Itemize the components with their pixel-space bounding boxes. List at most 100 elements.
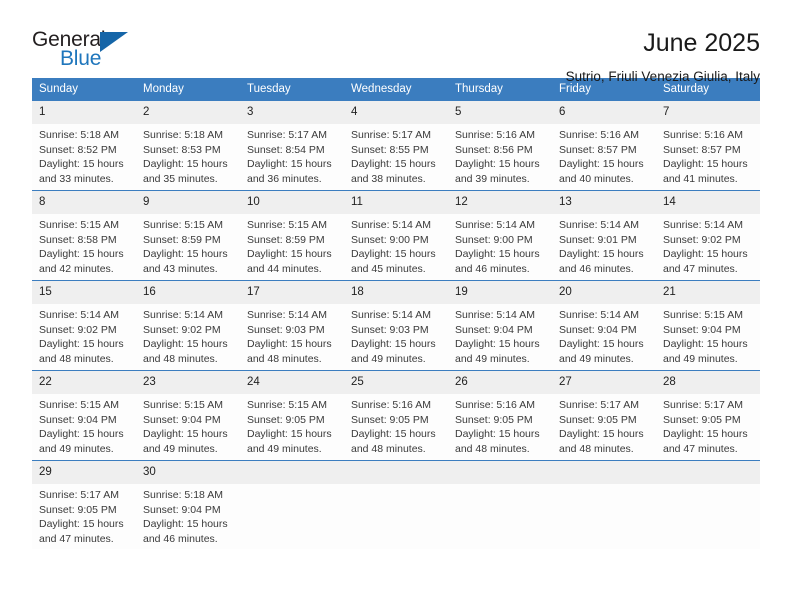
day-number: 9 [136,191,240,214]
sunset-text: Sunset: 9:00 PM [455,233,533,246]
daylight-text: Daylight: 15 hours and 46 minutes. [143,518,228,545]
calendar-day-cell[interactable]: 11 Sunrise: 5:14 AM Sunset: 9:00 PM Dayligh… [344,190,448,281]
calendar-day-cell[interactable]: 8 Sunrise: 5:15 AM Sunset: 8:58 PM Daylight… [32,190,136,281]
day-number [448,461,552,484]
day-number: 14 [656,191,760,214]
daylight-text: Daylight: 15 hours and 49 minutes. [663,338,748,365]
calendar-day-cell[interactable]: 3 Sunrise: 5:17 AM Sunset: 8:54 PM Daylight… [240,100,344,191]
day-sun-info: Sunrise: 5:14 AM Sunset: 9:03 PM Daylight:… [344,304,448,366]
brand-logo[interactable]: General Blue [32,28,142,74]
calendar-day-cell[interactable]: 26 Sunrise: 5:16 AM Sunset: 9:05 PM Dayligh… [448,370,552,461]
calendar-day-cell[interactable]: 9 Sunrise: 5:15 AM Sunset: 8:59 PM Daylight… [136,190,240,281]
calendar-day-cell[interactable]: 2 Sunrise: 5:18 AM Sunset: 8:53 PM Daylight… [136,100,240,191]
sunset-text: Sunset: 9:04 PM [455,323,533,336]
calendar-day-cell[interactable]: 6 Sunrise: 5:16 AM Sunset: 8:57 PM Daylight… [552,100,656,191]
daylight-text: Daylight: 15 hours and 35 minutes. [143,158,228,185]
sunset-text: Sunset: 9:05 PM [559,413,637,426]
calendar-day-cell[interactable]: 16 Sunrise: 5:14 AM Sunset: 9:02 PM Dayligh… [136,280,240,371]
calendar-day-cell[interactable]: 1 Sunrise: 5:18 AM Sunset: 8:52 PM Daylight… [32,100,136,191]
sunrise-text: Sunrise: 5:17 AM [247,129,327,141]
day-sun-info: Sunrise: 5:14 AM Sunset: 9:00 PM Daylight:… [344,214,448,276]
daylight-text: Daylight: 15 hours and 49 minutes. [247,428,332,455]
sunrise-text: Sunrise: 5:15 AM [39,219,119,231]
day-number: 5 [448,101,552,124]
calendar-day-cell-empty [656,460,760,549]
sunrise-text: Sunrise: 5:16 AM [351,399,431,411]
day-sun-info: Sunrise: 5:15 AM Sunset: 8:59 PM Daylight:… [136,214,240,276]
day-sun-info: Sunrise: 5:16 AM Sunset: 9:05 PM Daylight:… [344,394,448,456]
calendar-body: 1 Sunrise: 5:18 AM Sunset: 8:52 PM Daylight… [32,100,760,549]
day-number: 25 [344,371,448,394]
day-sun-info: Sunrise: 5:15 AM Sunset: 8:59 PM Daylight:… [240,214,344,276]
calendar-day-cell[interactable]: 5 Sunrise: 5:16 AM Sunset: 8:56 PM Daylight… [448,100,552,191]
sunrise-text: Sunrise: 5:14 AM [143,309,223,321]
sunrise-text: Sunrise: 5:18 AM [143,489,223,501]
day-sun-info: Sunrise: 5:17 AM Sunset: 8:54 PM Daylight:… [240,124,344,186]
sunrise-text: Sunrise: 5:17 AM [559,399,639,411]
calendar-day-cell[interactable]: 25 Sunrise: 5:16 AM Sunset: 9:05 PM Dayligh… [344,370,448,461]
daylight-text: Daylight: 15 hours and 49 minutes. [559,338,644,365]
calendar-day-cell[interactable]: 27 Sunrise: 5:17 AM Sunset: 9:05 PM Dayligh… [552,370,656,461]
day-number: 30 [136,461,240,484]
sunrise-text: Sunrise: 5:14 AM [663,219,743,231]
day-number: 6 [552,101,656,124]
calendar-day-cell[interactable]: 12 Sunrise: 5:14 AM Sunset: 9:00 PM Dayligh… [448,190,552,281]
day-number: 22 [32,371,136,394]
weekday-header-wednesday: Wednesday [344,78,448,101]
sunrise-text: Sunrise: 5:16 AM [455,129,535,141]
day-sun-info: Sunrise: 5:15 AM Sunset: 9:05 PM Daylight:… [240,394,344,456]
calendar-day-cell[interactable]: 21 Sunrise: 5:15 AM Sunset: 9:04 PM Dayligh… [656,280,760,371]
calendar-day-cell-empty [448,460,552,549]
calendar-day-cell[interactable]: 24 Sunrise: 5:15 AM Sunset: 9:05 PM Dayligh… [240,370,344,461]
title-block: June 2025 Sutrio, Friuli Venezia Giulia,… [566,28,760,86]
daylight-text: Daylight: 15 hours and 48 minutes. [351,428,436,455]
calendar-day-cell[interactable]: 15 Sunrise: 5:14 AM Sunset: 9:02 PM Dayligh… [32,280,136,371]
calendar-day-cell[interactable]: 10 Sunrise: 5:15 AM Sunset: 8:59 PM Dayligh… [240,190,344,281]
sunrise-text: Sunrise: 5:17 AM [663,399,743,411]
day-number: 13 [552,191,656,214]
calendar-day-cell[interactable]: 23 Sunrise: 5:15 AM Sunset: 9:04 PM Dayligh… [136,370,240,461]
daylight-text: Daylight: 15 hours and 39 minutes. [455,158,540,185]
day-sun-info: Sunrise: 5:14 AM Sunset: 9:03 PM Daylight:… [240,304,344,366]
daylight-text: Daylight: 15 hours and 48 minutes. [143,338,228,365]
calendar-day-cell[interactable]: 14 Sunrise: 5:14 AM Sunset: 9:02 PM Dayligh… [656,190,760,281]
calendar-day-cell[interactable]: 29 Sunrise: 5:17 AM Sunset: 9:05 PM Dayligh… [32,460,136,549]
sunrise-text: Sunrise: 5:17 AM [39,489,119,501]
weekday-header-thursday: Thursday [448,78,552,101]
daylight-text: Daylight: 15 hours and 33 minutes. [39,158,124,185]
calendar-day-cell[interactable]: 19 Sunrise: 5:14 AM Sunset: 9:04 PM Dayligh… [448,280,552,371]
day-sun-info: Sunrise: 5:17 AM Sunset: 9:05 PM Daylight:… [656,394,760,456]
daylight-text: Daylight: 15 hours and 44 minutes. [247,248,332,275]
calendar-week-row: 1 Sunrise: 5:18 AM Sunset: 8:52 PM Daylight… [32,100,760,191]
calendar-day-cell[interactable]: 17 Sunrise: 5:14 AM Sunset: 9:03 PM Dayligh… [240,280,344,371]
day-number: 19 [448,281,552,304]
calendar-day-cell[interactable]: 22 Sunrise: 5:15 AM Sunset: 9:04 PM Dayligh… [32,370,136,461]
sunset-text: Sunset: 8:58 PM [39,233,117,246]
day-sun-info: Sunrise: 5:16 AM Sunset: 9:05 PM Daylight:… [448,394,552,456]
daylight-text: Daylight: 15 hours and 45 minutes. [351,248,436,275]
day-number: 12 [448,191,552,214]
calendar-day-cell[interactable]: 18 Sunrise: 5:14 AM Sunset: 9:03 PM Dayligh… [344,280,448,371]
calendar-day-cell[interactable]: 13 Sunrise: 5:14 AM Sunset: 9:01 PM Dayligh… [552,190,656,281]
calendar-day-cell[interactable]: 4 Sunrise: 5:17 AM Sunset: 8:55 PM Daylight… [344,100,448,191]
daylight-text: Daylight: 15 hours and 48 minutes. [455,428,540,455]
day-number: 24 [240,371,344,394]
brand-name-blue: Blue [60,47,102,70]
calendar-day-cell-empty [344,460,448,549]
calendar-day-cell[interactable]: 30 Sunrise: 5:18 AM Sunset: 9:04 PM Dayligh… [136,460,240,549]
weekday-header-tuesday: Tuesday [240,78,344,101]
calendar-week-row: 29 Sunrise: 5:17 AM Sunset: 9:05 PM Dayligh… [32,460,760,549]
day-sun-info: Sunrise: 5:14 AM Sunset: 9:01 PM Daylight:… [552,214,656,276]
calendar-day-cell[interactable]: 28 Sunrise: 5:17 AM Sunset: 9:05 PM Dayligh… [656,370,760,461]
day-sun-info: Sunrise: 5:15 AM Sunset: 9:04 PM Daylight:… [136,394,240,456]
daylight-text: Daylight: 15 hours and 49 minutes. [143,428,228,455]
day-sun-info: Sunrise: 5:18 AM Sunset: 9:04 PM Daylight:… [136,484,240,546]
calendar-day-cell[interactable]: 7 Sunrise: 5:16 AM Sunset: 8:57 PM Daylight… [656,100,760,191]
calendar-day-cell[interactable]: 20 Sunrise: 5:14 AM Sunset: 9:04 PM Dayligh… [552,280,656,371]
sunrise-text: Sunrise: 5:14 AM [39,309,119,321]
day-number [344,461,448,484]
day-number [240,461,344,484]
day-sun-info: Sunrise: 5:15 AM Sunset: 8:58 PM Daylight:… [32,214,136,276]
day-number: 26 [448,371,552,394]
sunset-text: Sunset: 9:04 PM [559,323,637,336]
